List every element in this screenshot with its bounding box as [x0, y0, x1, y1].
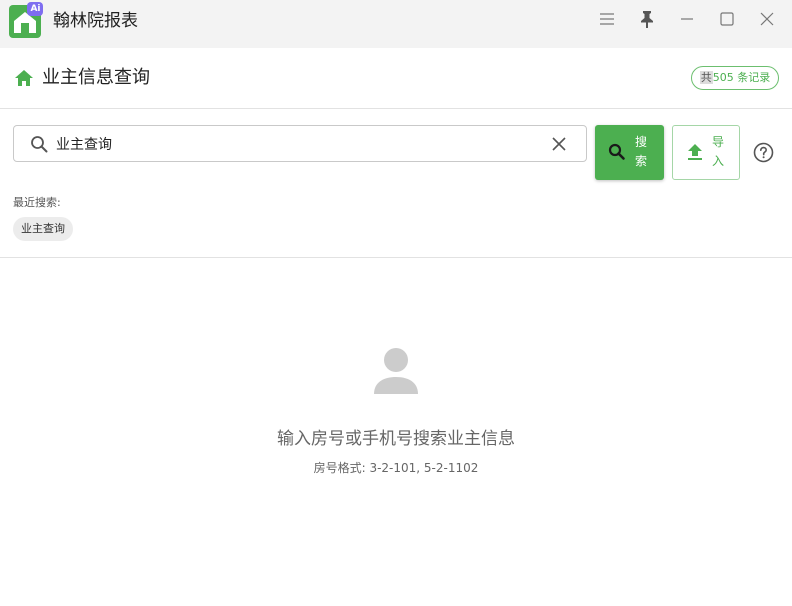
close-icon [760, 12, 774, 26]
search-icon [608, 143, 625, 160]
page-header: 业主信息查询 共505 条记录 [0, 48, 792, 109]
maximize-button[interactable] [716, 8, 738, 30]
menu-icon [600, 13, 614, 25]
empty-state-message: 输入房号或手机号搜索业主信息 [277, 429, 515, 449]
title-bar: Ai 翰林院报表 [0, 0, 792, 48]
upload-icon [688, 144, 702, 160]
search-icon [31, 136, 48, 153]
help-icon[interactable] [753, 142, 774, 163]
import-button[interactable]: 导入 [672, 125, 740, 180]
divider [0, 257, 792, 258]
empty-state-hint: 房号格式: 3-2-101, 5-2-1102 [313, 461, 479, 475]
pin-icon [641, 11, 653, 28]
search-box [13, 125, 587, 162]
recent-search-chip[interactable]: 业主查询 [13, 217, 73, 241]
search-input[interactable] [56, 132, 536, 156]
page-title: 业主信息查询 [42, 67, 150, 88]
pin-button[interactable] [636, 8, 658, 30]
person-icon [374, 348, 418, 394]
app-title: 翰林院报表 [53, 11, 138, 31]
recent-searches-label: 最近搜索: [13, 196, 61, 209]
minimize-button[interactable] [676, 8, 698, 30]
search-button[interactable]: 搜索 [595, 125, 664, 180]
record-count-prefix: 共 [699, 71, 713, 84]
record-count-badge: 共505 条记录 [691, 66, 779, 90]
close-button[interactable] [756, 8, 778, 30]
minimize-icon [681, 18, 693, 20]
clear-icon[interactable] [550, 135, 568, 153]
app-logo-badge: Ai [30, 4, 41, 14]
home-icon[interactable] [14, 68, 34, 88]
menu-button[interactable] [596, 8, 618, 30]
app-logo-icon: Ai [9, 2, 43, 38]
record-count-text: 505 条记录 [712, 71, 771, 84]
maximize-icon [720, 12, 734, 26]
import-button-label: 导入 [712, 135, 725, 168]
search-button-label: 搜索 [635, 135, 648, 168]
